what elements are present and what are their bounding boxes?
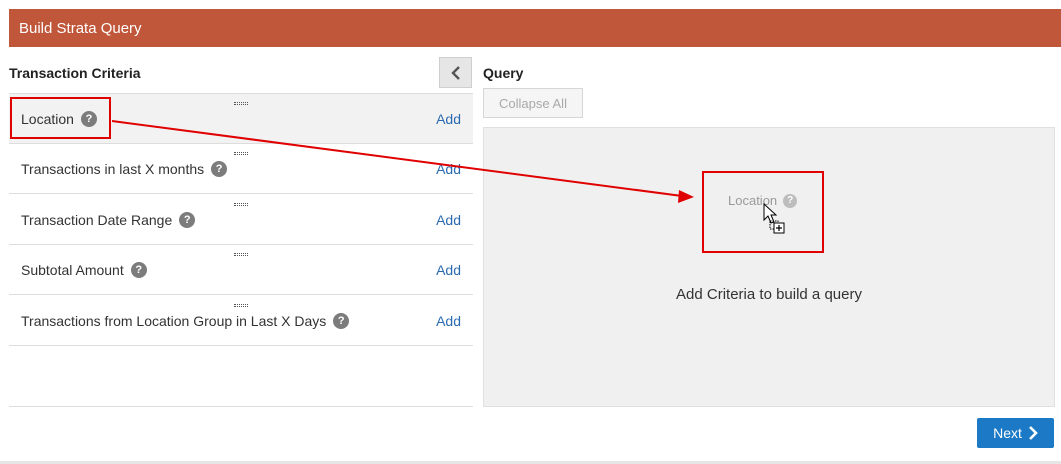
add-date-range-link[interactable]: Add — [436, 212, 461, 228]
annotation-box-target — [702, 171, 824, 253]
question-icon[interactable]: ? — [130, 262, 147, 278]
drag-handle-icon[interactable] — [234, 152, 248, 155]
next-button[interactable]: Next — [977, 418, 1054, 448]
question-icon[interactable]: ? — [333, 313, 350, 329]
add-location-link[interactable]: Add — [436, 111, 461, 127]
transaction-criteria-title: Transaction Criteria — [9, 65, 141, 81]
criteria-item-transaction-date-range[interactable]: Transaction Date Range ? Add — [9, 195, 473, 245]
drag-handle-icon[interactable] — [234, 203, 248, 206]
criteria-list: Location ? Add Transactions in last X mo… — [9, 93, 473, 407]
drag-handle-icon[interactable] — [234, 304, 248, 307]
chevron-right-icon — [1028, 426, 1038, 440]
question-icon[interactable]: ? — [211, 161, 228, 177]
add-location-group-link[interactable]: Add — [436, 313, 461, 329]
question-icon[interactable]: ? — [179, 212, 196, 228]
page-title: Build Strata Query — [19, 19, 142, 37]
criteria-label: Transactions from Location Group in Last… — [21, 313, 350, 329]
drag-handle-icon[interactable] — [234, 102, 248, 105]
chevron-left-icon — [450, 65, 460, 80]
criteria-item-location-group-last-x-days[interactable]: Transactions from Location Group in Last… — [9, 296, 473, 346]
criteria-item-subtotal-amount[interactable]: Subtotal Amount ? Add — [9, 245, 473, 295]
criteria-item-transactions-last-x-months[interactable]: Transactions in last X months ? Add — [9, 144, 473, 194]
annotation-box-source — [10, 97, 111, 139]
collapse-panel-button[interactable] — [439, 57, 472, 88]
query-empty-hint: Add Criteria to build a query — [676, 286, 862, 303]
query-drop-zone[interactable] — [483, 127, 1055, 407]
criteria-label: Transactions in last X months ? — [21, 161, 228, 177]
collapse-all-button[interactable]: Collapse All — [483, 88, 583, 118]
add-transactions-months-link[interactable]: Add — [436, 161, 461, 177]
page-header: Build Strata Query — [9, 9, 1061, 47]
criteria-label: Subtotal Amount ? — [21, 262, 147, 278]
query-title: Query — [483, 65, 524, 81]
add-subtotal-link[interactable]: Add — [436, 262, 461, 278]
drag-handle-icon[interactable] — [234, 253, 248, 256]
criteria-label: Transaction Date Range ? — [21, 212, 196, 228]
